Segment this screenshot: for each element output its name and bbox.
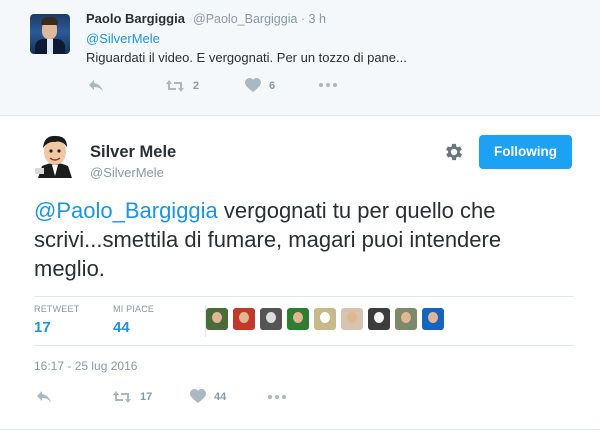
- like-button[interactable]: 44: [190, 389, 226, 404]
- parent-more-button[interactable]: [319, 83, 337, 87]
- liker-avatar[interactable]: [368, 308, 390, 330]
- divider: [0, 429, 600, 430]
- main-author-name[interactable]: Silver Mele: [90, 143, 176, 162]
- retweet-stat-label: RETWEET: [34, 304, 80, 314]
- retweet-icon: [166, 80, 184, 92]
- likers-avatars: [206, 308, 449, 334]
- liker-avatar[interactable]: [287, 308, 309, 330]
- main-tweet: Silver Mele @SilverMele Following @Paolo…: [0, 115, 600, 439]
- parent-retweet-count: 2: [193, 80, 200, 92]
- liker-avatar[interactable]: [206, 308, 228, 330]
- parent-time[interactable]: · 3 h: [301, 12, 326, 26]
- reply-icon: [37, 391, 51, 403]
- retweet-count: 17: [140, 391, 153, 403]
- reply-icon: [89, 80, 103, 92]
- liker-avatar[interactable]: [422, 308, 444, 330]
- liker-avatar[interactable]: [260, 308, 282, 330]
- parent-retweet-button[interactable]: 2: [165, 78, 199, 94]
- retweet-stat-count: 17: [34, 319, 51, 336]
- retweet-button[interactable]: 17: [112, 389, 152, 405]
- reply-button[interactable]: [36, 390, 52, 404]
- tweet-timestamp[interactable]: 16:17 - 25 lug 2016: [34, 359, 137, 373]
- parent-reply-mention[interactable]: @SilverMele: [86, 31, 160, 46]
- heart-icon: [190, 389, 206, 403]
- parent-like-count: 6: [269, 79, 276, 92]
- liker-avatar[interactable]: [341, 308, 363, 330]
- parent-author-handle[interactable]: @Paolo_Bargiggia · 3 h: [193, 12, 326, 26]
- parent-like-button[interactable]: 6: [245, 78, 275, 93]
- parent-reply-button[interactable]: [88, 79, 104, 93]
- parent-author-name[interactable]: Paolo Bargiggia: [86, 11, 185, 26]
- more-icon: [268, 395, 286, 399]
- heart-icon: [245, 78, 261, 92]
- parent-tweet[interactable]: Paolo Bargiggia @Paolo_Bargiggia · 3 h @…: [0, 0, 600, 106]
- like-stat-count: 44: [113, 319, 130, 336]
- like-stat[interactable]: MI PIACE 44: [113, 304, 154, 336]
- retweet-stat[interactable]: RETWEET 17: [34, 304, 79, 336]
- gear-icon[interactable]: [443, 141, 465, 163]
- liker-avatar[interactable]: [233, 308, 255, 330]
- liker-avatar[interactable]: [314, 308, 336, 330]
- parent-avatar[interactable]: [30, 14, 70, 54]
- main-actions: 17 44: [34, 386, 574, 408]
- more-icon: [319, 83, 337, 87]
- more-button[interactable]: [268, 395, 286, 399]
- main-author-handle[interactable]: @SilverMele: [90, 165, 164, 180]
- following-button[interactable]: Following: [479, 135, 572, 169]
- like-stat-label: MI PIACE: [113, 304, 155, 314]
- tweet-stats: RETWEET 17 MI PIACE 44: [34, 296, 574, 346]
- parent-handle-text[interactable]: @Paolo_Bargiggia: [193, 12, 297, 26]
- mention-link[interactable]: @Paolo_Bargiggia: [34, 198, 218, 223]
- main-avatar[interactable]: [34, 132, 76, 178]
- like-count: 44: [214, 390, 227, 403]
- main-tweet-text: @Paolo_Bargiggia vergognati tu per quell…: [34, 196, 564, 283]
- parent-tweet-text: Riguardati il video. E vergognati. Per u…: [86, 50, 407, 65]
- retweet-icon: [113, 391, 131, 403]
- liker-avatar[interactable]: [395, 308, 417, 330]
